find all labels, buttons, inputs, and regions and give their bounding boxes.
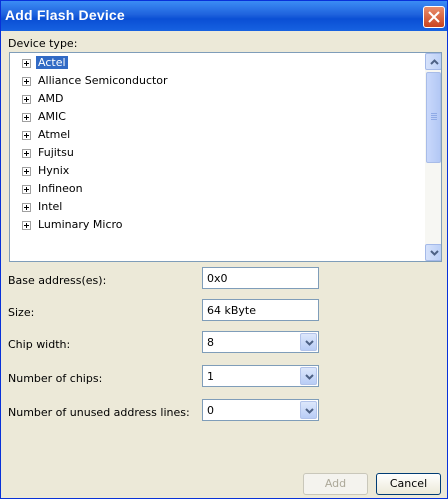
chip-width-value: 8 — [207, 336, 214, 349]
number-of-chips-dropdown-button[interactable] — [300, 367, 317, 385]
unused-address-lines-label: Number of unused address lines: — [8, 406, 190, 419]
number-of-chips-select[interactable]: 1 — [202, 365, 319, 387]
chevron-up-icon — [430, 59, 439, 65]
tree-scrollbar[interactable] — [425, 53, 441, 261]
close-icon — [428, 11, 440, 23]
title-bar[interactable]: Add Flash Device — [1, 1, 447, 31]
close-button[interactable] — [423, 6, 445, 28]
device-type-label: Device type: — [8, 37, 78, 50]
chevron-down-icon — [305, 408, 314, 414]
cancel-button[interactable]: Cancel — [376, 473, 441, 495]
chevron-down-icon — [305, 340, 314, 346]
expand-plus-icon[interactable] — [22, 167, 31, 176]
tree-item-label: Fujitsu — [38, 146, 74, 159]
chip-width-dropdown-button[interactable] — [300, 333, 317, 351]
scroll-thumb[interactable] — [426, 72, 441, 163]
expand-plus-icon[interactable] — [22, 95, 31, 104]
tree-item-label: Alliance Semiconductor — [38, 74, 168, 87]
expand-plus-icon[interactable] — [22, 221, 31, 230]
tree-item-label: AMD — [38, 92, 64, 105]
scroll-down-button[interactable] — [425, 244, 441, 261]
expand-plus-icon[interactable] — [22, 185, 31, 194]
expand-plus-icon[interactable] — [22, 131, 31, 140]
unused-address-lines-value: 0 — [207, 404, 214, 417]
expand-plus-icon[interactable] — [22, 77, 31, 86]
dialog-title: Add Flash Device — [5, 7, 125, 23]
chip-width-label: Chip width: — [8, 338, 71, 351]
unused-address-lines-select[interactable]: 0 — [202, 399, 319, 421]
expand-plus-icon[interactable] — [22, 149, 31, 158]
size-input[interactable]: 64 kByte — [202, 299, 319, 321]
chip-width-select[interactable]: 8 — [202, 331, 319, 353]
tree-item-label: Intel — [38, 200, 63, 213]
tree-item-label: Atmel — [38, 128, 71, 141]
base-address-input[interactable]: 0x0 — [202, 267, 319, 289]
number-of-chips-label: Number of chips: — [8, 372, 103, 385]
expand-plus-icon[interactable] — [22, 113, 31, 122]
chevron-down-icon — [305, 374, 314, 380]
device-type-tree[interactable]: Actel Alliance Semiconductor AMD AMIC Atmel F… — [9, 52, 442, 262]
unused-address-lines-dropdown-button[interactable] — [300, 401, 317, 419]
expand-plus-icon[interactable] — [22, 59, 31, 68]
tree-item-label: Hynix — [38, 164, 70, 177]
add-button[interactable]: Add — [303, 473, 368, 495]
chevron-down-icon — [430, 250, 439, 256]
base-address-value: 0x0 — [207, 272, 228, 285]
scroll-up-button[interactable] — [425, 53, 441, 70]
size-label: Size: — [8, 306, 35, 319]
tree-item-label: Luminary Micro — [38, 218, 123, 231]
tree-item-label: Infineon — [38, 182, 83, 195]
tree-item-label: AMIC — [38, 110, 66, 123]
expand-plus-icon[interactable] — [22, 203, 31, 212]
tree-item-label: Actel — [36, 56, 68, 69]
add-flash-device-dialog: Add Flash Device Device type: Actel Allia… — [0, 0, 448, 499]
size-value: 64 kByte — [207, 304, 257, 317]
base-address-label: Base address(es): — [8, 274, 107, 287]
number-of-chips-value: 1 — [207, 370, 214, 383]
